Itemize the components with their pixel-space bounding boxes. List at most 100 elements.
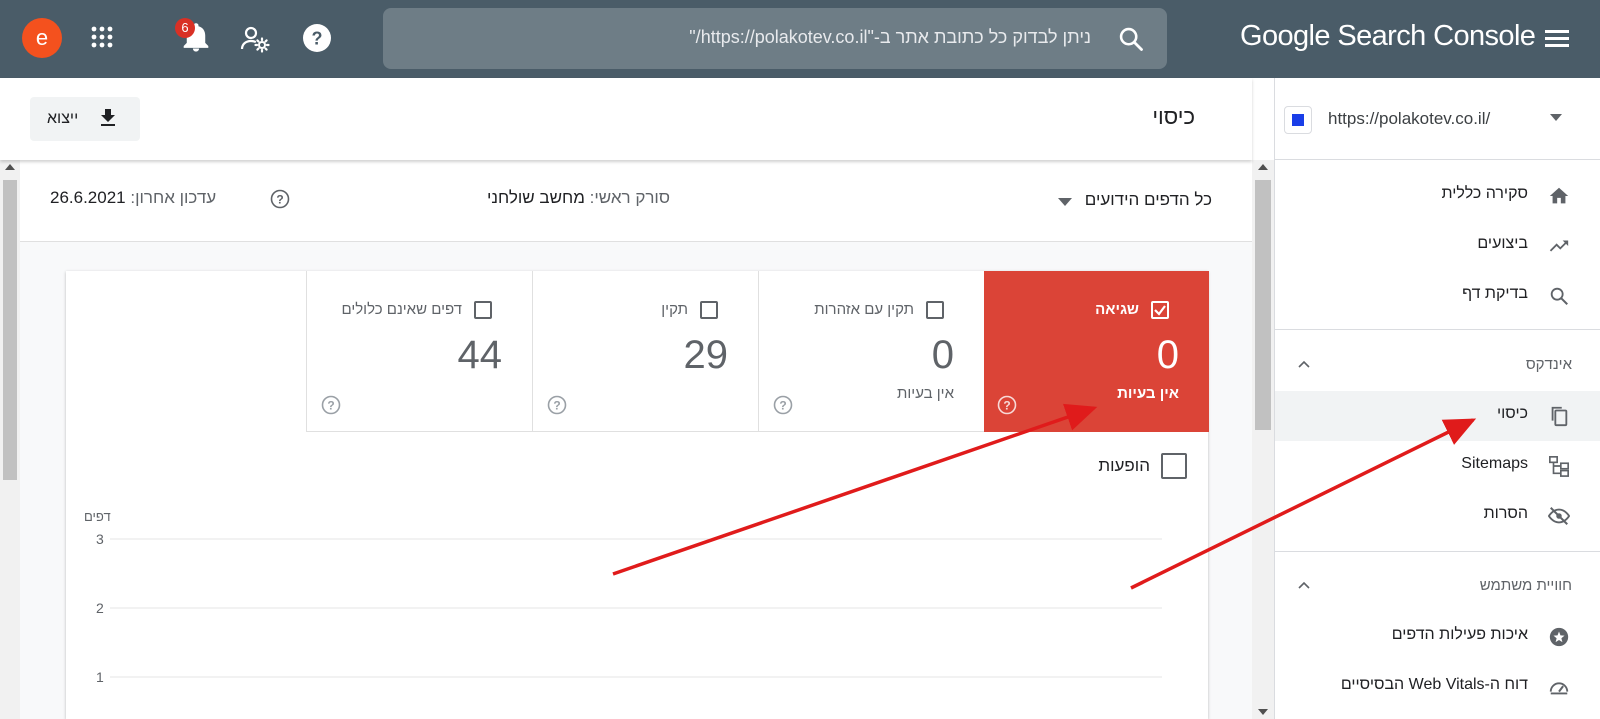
svg-text:?: ? (1003, 399, 1010, 413)
search-icon[interactable] (1117, 25, 1145, 53)
stat-subtext: אין בעיות (1117, 385, 1179, 402)
search-placeholder[interactable]: ניתן לבדוק כל כתובת אתר ב-"https://polak… (689, 27, 1091, 48)
help-circle-icon[interactable]: ? (773, 395, 793, 415)
sitemap-icon (1549, 456, 1569, 477)
stat-value: 0 (931, 333, 954, 377)
page-header: כיסוי ייצוא (0, 78, 1252, 160)
y-tick-label: 2 (96, 600, 104, 616)
svg-text:?: ? (779, 399, 786, 413)
help-circle-icon[interactable]: ? (547, 395, 567, 415)
svg-text:?: ? (312, 29, 323, 49)
sidebar-item-core-web-vitals[interactable]: דוח ה-Web Vitals הבסיסיים (1275, 662, 1600, 712)
impressions-label[interactable]: הופעות (1098, 456, 1150, 476)
impressions-checkbox[interactable] (1161, 453, 1187, 479)
help-circle-icon[interactable]: ? (997, 395, 1017, 415)
pages-icon (1551, 406, 1568, 427)
svg-text:?: ? (327, 399, 334, 413)
sidebar-item-label: Sitemaps (1461, 455, 1528, 472)
property-favicon (1284, 106, 1312, 134)
trending-up-icon (1549, 240, 1569, 252)
badge-icon (1549, 627, 1569, 647)
stat-label: דפים שאינם כלולים (341, 301, 462, 318)
crawler-prefix: סורק ראשי: (589, 188, 670, 207)
hamburger-menu-icon[interactable] (1542, 24, 1572, 54)
notification-count-badge: 6 (175, 18, 195, 38)
export-button-label: ייצוא (47, 110, 79, 127)
sidebar-item-label: הסרות (1483, 505, 1528, 522)
pages-filter-dropdown[interactable]: כל הדפים הידועים (1085, 190, 1212, 210)
error-checkbox[interactable] (1151, 301, 1169, 319)
stat-value: 44 (457, 333, 503, 377)
sidebar-item-overview[interactable]: סקירה כללית (1275, 171, 1600, 221)
top-app-bar: Google Search Console ניתן לבדוק כל כתוב… (0, 0, 1600, 78)
stat-value: 29 (683, 333, 729, 377)
sidebar-divider (1274, 329, 1600, 330)
search-icon (1550, 287, 1568, 305)
scroll-down-arrow-icon[interactable] (1258, 709, 1268, 715)
stat-value: 0 (1156, 333, 1179, 377)
scroll-up-arrow-icon[interactable] (5, 164, 15, 170)
export-button[interactable]: ייצוא (30, 97, 140, 141)
sidebar-item-coverage[interactable]: כיסוי (1275, 391, 1600, 441)
stat-subtext: אין בעיות (897, 385, 954, 402)
stat-tile-valid[interactable]: תקין 29 ? (532, 271, 758, 432)
last-updated: עדכון אחרון: 26.6.2021 (50, 188, 216, 208)
stat-tile-error[interactable]: שגיאה 0 אין בעיות ? (983, 271, 1209, 432)
sidebar-item-label: דוח ה-Web Vitals הבסיסיים (1340, 676, 1528, 693)
excluded-checkbox[interactable] (474, 301, 492, 319)
sidebar-item-removals[interactable]: הסרות (1275, 491, 1600, 541)
checkmark-icon (1154, 305, 1166, 316)
apps-grid-icon[interactable] (90, 25, 114, 49)
sidebar-section-experience[interactable]: חוויית משתמש (1275, 562, 1600, 612)
sidebar-section-index[interactable]: אינדקס (1275, 341, 1600, 391)
sidebar-item-url-inspection[interactable]: בדיקת דף (1275, 271, 1600, 321)
chevron-up-icon[interactable] (1298, 359, 1310, 371)
crawler-value: מחשב שולחני (487, 188, 585, 207)
updated-prefix: עדכון אחרון: (130, 188, 217, 207)
section-title: אינדקס (1525, 356, 1572, 373)
sidebar-scrollbar[interactable] (1252, 160, 1274, 719)
download-icon (101, 109, 115, 126)
url-inspection-search[interactable]: ניתן לבדוק כל כתובת אתר ב-"https://polak… (383, 8, 1167, 69)
chevron-down-icon[interactable] (1058, 198, 1072, 206)
stat-label: תקין (661, 301, 688, 318)
user-settings-icon[interactable] (240, 24, 270, 54)
warnings-checkbox[interactable] (926, 301, 944, 319)
sidebar-item-label: בדיקת דף (1462, 285, 1528, 302)
sidebar-item-performance[interactable]: ביצועים (1275, 221, 1600, 271)
sidebar-item-label: איכות פעילות הדפים (1391, 626, 1528, 643)
scrollbar-thumb[interactable] (1255, 180, 1271, 430)
stat-label: תקין עם אזהרות (814, 301, 914, 318)
help-circle-icon[interactable]: ? (321, 395, 341, 415)
scrollbar-thumb[interactable] (3, 180, 17, 480)
product-logo[interactable]: Google Search Console (1240, 20, 1536, 53)
eye-off-icon (1548, 507, 1570, 525)
svg-text:?: ? (553, 399, 560, 413)
y-tick-label: 1 (96, 669, 104, 685)
content-scrollbar[interactable] (0, 160, 20, 719)
scroll-up-arrow-icon[interactable] (1258, 164, 1268, 170)
chevron-up-icon[interactable] (1298, 580, 1310, 592)
property-url[interactable]: https://polakotev.co.il/ (1328, 109, 1490, 129)
crawler-text: סורק ראשי: מחשב שולחני (487, 188, 670, 208)
y-axis-label: דפים (84, 509, 111, 524)
valid-checkbox[interactable] (700, 301, 718, 319)
account-avatar[interactable]: e (22, 18, 62, 58)
help-icon[interactable]: ? (301, 22, 333, 54)
sidebar-item-sitemaps[interactable]: Sitemaps (1275, 441, 1600, 491)
sidebar-item-label: כיסוי (1496, 405, 1528, 422)
stat-tile-valid-with-warnings[interactable]: תקין עם אזהרות 0 אין בעיות ? (758, 271, 984, 432)
help-circle-icon[interactable]: ? (270, 189, 290, 209)
property-dropdown-icon[interactable] (1550, 114, 1562, 121)
stat-label: שגיאה (1095, 301, 1139, 318)
sidebar-item-label: סקירה כללית (1441, 185, 1528, 202)
section-title: חוויית משתמש (1479, 577, 1572, 594)
sidebar-item-page-experience[interactable]: איכות פעילות הדפים (1275, 612, 1600, 662)
y-tick-label: 3 (96, 531, 104, 547)
stat-tile-excluded[interactable]: דפים שאינם כלולים 44 ? (306, 271, 532, 432)
coverage-chart: דפים 3 2 1 (84, 509, 1162, 685)
filter-bar: כל הדפים הידועים סורק ראשי: מחשב שולחני … (20, 160, 1252, 242)
svg-text:?: ? (276, 193, 283, 207)
updated-value: 26.6.2021 (50, 188, 126, 207)
home-icon (1549, 187, 1569, 204)
